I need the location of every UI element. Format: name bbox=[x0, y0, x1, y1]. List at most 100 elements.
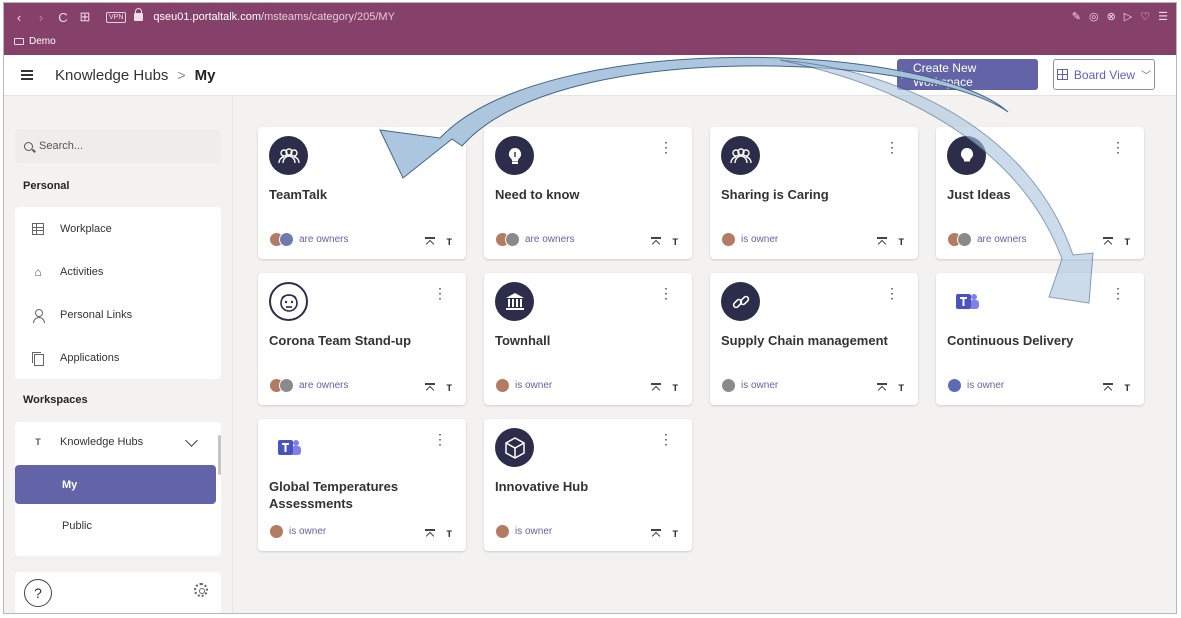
heart-icon[interactable]: ♡ bbox=[1140, 10, 1150, 23]
collapse-icon[interactable] bbox=[876, 383, 887, 393]
workspace-card[interactable]: TeamTalk are owners T bbox=[258, 127, 466, 259]
owners-label[interactable]: are owners bbox=[525, 234, 574, 245]
block-icon[interactable]: ⊗ bbox=[1107, 10, 1116, 23]
sidebar-item-my[interactable]: My bbox=[15, 465, 216, 504]
camera-icon[interactable]: ◎ bbox=[1089, 10, 1099, 23]
workspace-card[interactable]: ⋮ Just Ideas are owners T bbox=[936, 127, 1144, 259]
search-input[interactable]: Search... bbox=[15, 129, 221, 163]
sidebar-item-personal-links[interactable]: Personal Links bbox=[15, 293, 221, 336]
address-bar[interactable]: qseu01.portaltalk.com/msteams/category/2… bbox=[153, 11, 395, 23]
forward-icon[interactable]: › bbox=[30, 10, 52, 25]
workspace-card[interactable]: ⋮ Continuous Delivery is owner T bbox=[936, 273, 1144, 405]
owners-label[interactable]: are owners bbox=[299, 234, 348, 245]
vpn-badge[interactable]: VPN bbox=[106, 11, 127, 23]
sidebar-item-public[interactable]: Public bbox=[15, 506, 216, 545]
teams-icon[interactable]: T bbox=[447, 383, 453, 393]
create-workspace-label: Create New Workspace bbox=[912, 60, 977, 89]
more-options-icon[interactable]: ⋮ bbox=[885, 140, 899, 154]
chevron-down-icon[interactable] bbox=[185, 434, 198, 447]
sidebar-scrollbar[interactable] bbox=[217, 425, 221, 550]
collapse-icon[interactable] bbox=[1102, 383, 1113, 393]
more-options-icon[interactable]: ⋮ bbox=[659, 286, 673, 300]
breadcrumb-root[interactable]: Knowledge Hubs bbox=[55, 67, 168, 84]
workspace-card[interactable]: ⋮ Global Temperatures Assessments is own… bbox=[258, 419, 466, 551]
workspace-card[interactable]: ⋮ Innovative Hub is owner T bbox=[484, 419, 692, 551]
more-options-icon[interactable]: ⋮ bbox=[659, 432, 673, 446]
more-options-icon[interactable]: ⋮ bbox=[433, 432, 447, 446]
card-title: TeamTalk bbox=[269, 187, 328, 202]
hamburger-icon[interactable] bbox=[21, 70, 33, 80]
teams-icon[interactable]: T bbox=[447, 529, 453, 539]
collapse-icon[interactable] bbox=[1102, 237, 1113, 247]
sidebar-item-knowledge-hubs[interactable]: T Knowledge Hubs bbox=[15, 422, 221, 462]
workspace-card[interactable]: ⋮ Sharing is Caring is owner T bbox=[710, 127, 918, 259]
collapse-icon[interactable] bbox=[424, 383, 435, 393]
avatar bbox=[721, 232, 736, 247]
help-button[interactable]: ? bbox=[24, 579, 52, 607]
bookmark-demo[interactable]: Demo bbox=[14, 36, 56, 47]
avatar bbox=[279, 378, 294, 393]
create-workspace-button[interactable]: + Create New Workspace bbox=[897, 59, 1038, 90]
teams-icon[interactable]: T bbox=[899, 383, 905, 393]
bookmark-label: Demo bbox=[29, 36, 56, 47]
scroll-thumb[interactable] bbox=[218, 435, 221, 475]
owners-label[interactable]: are owners bbox=[299, 380, 348, 391]
teams-icon[interactable]: T bbox=[673, 383, 679, 393]
owners-label[interactable]: is owner bbox=[515, 526, 552, 537]
workspace-card[interactable]: ⋮ Supply Chain management is owner T bbox=[710, 273, 918, 405]
tabs-icon[interactable]: ⊞ bbox=[74, 9, 96, 25]
teams-icon[interactable]: T bbox=[899, 237, 905, 247]
send-icon[interactable]: ▷ bbox=[1124, 10, 1132, 23]
gear-icon[interactable] bbox=[194, 583, 208, 597]
back-icon[interactable]: ‹ bbox=[8, 10, 30, 25]
owners-label[interactable]: is owner bbox=[741, 380, 778, 391]
lock-icon bbox=[134, 8, 144, 21]
card-title: Innovative Hub bbox=[495, 479, 589, 494]
avatar bbox=[947, 378, 962, 393]
avatar bbox=[957, 232, 972, 247]
owners-label[interactable]: is owner bbox=[967, 380, 1004, 391]
board-view-label: Board View bbox=[1073, 67, 1136, 82]
sidebar: Search... Personal Workplace ⌂ Activitie… bbox=[4, 96, 233, 613]
teams-icon[interactable]: T bbox=[447, 237, 453, 247]
teams-icon[interactable]: T bbox=[1125, 383, 1131, 393]
collapse-icon[interactable] bbox=[650, 237, 661, 247]
card-owners: is owner bbox=[269, 524, 326, 539]
more-options-icon[interactable]: ⋮ bbox=[1111, 286, 1125, 300]
more-options-icon[interactable]: ⋮ bbox=[659, 140, 673, 154]
breadcrumb-chevron-icon: > bbox=[177, 67, 186, 83]
collapse-icon[interactable] bbox=[876, 237, 887, 247]
more-options-icon[interactable]: ⋮ bbox=[885, 286, 899, 300]
board-view-dropdown[interactable]: Board View ﹀ bbox=[1053, 59, 1155, 90]
board-icon bbox=[1056, 69, 1068, 80]
avatar bbox=[495, 524, 510, 539]
owners-label[interactable]: is owner bbox=[515, 380, 552, 391]
card-title: Corona Team Stand-up bbox=[269, 333, 412, 348]
collapse-icon[interactable] bbox=[650, 529, 661, 539]
workspace-card[interactable]: ⋮ Need to know are owners T bbox=[484, 127, 692, 259]
workspace-card[interactable]: ⋮ Corona Team Stand-up are owners T bbox=[258, 273, 466, 405]
owners-label[interactable]: is owner bbox=[741, 234, 778, 245]
teams-icon[interactable]: T bbox=[673, 237, 679, 247]
plus-icon: + bbox=[897, 65, 907, 84]
sidebar-item-applications[interactable]: Applications bbox=[15, 336, 221, 379]
more-options-icon[interactable]: ⋮ bbox=[433, 286, 447, 300]
collapse-icon[interactable] bbox=[424, 529, 435, 539]
more-options-icon[interactable]: ⋮ bbox=[1111, 140, 1125, 154]
search-placeholder: Search... bbox=[39, 140, 84, 152]
teams-icon[interactable]: T bbox=[673, 529, 679, 539]
card-owners: are owners bbox=[269, 232, 348, 247]
owners-label[interactable]: are owners bbox=[977, 234, 1026, 245]
collapse-icon[interactable] bbox=[650, 383, 661, 393]
sidebar-item-activities[interactable]: ⌂ Activities bbox=[15, 250, 221, 293]
menu-icon[interactable]: ☰ bbox=[1158, 10, 1168, 23]
teams-icon: T bbox=[35, 437, 41, 447]
collapse-icon[interactable] bbox=[424, 237, 435, 247]
teams-icon[interactable]: T bbox=[1125, 237, 1131, 247]
cube-icon bbox=[495, 428, 534, 467]
reload-icon[interactable]: C bbox=[52, 10, 74, 25]
owners-label[interactable]: is owner bbox=[289, 526, 326, 537]
edit-icon[interactable]: ✎ bbox=[1072, 10, 1081, 23]
sidebar-item-workplace[interactable]: Workplace bbox=[15, 207, 221, 250]
workspace-card[interactable]: ⋮ Townhall is owner T bbox=[484, 273, 692, 405]
